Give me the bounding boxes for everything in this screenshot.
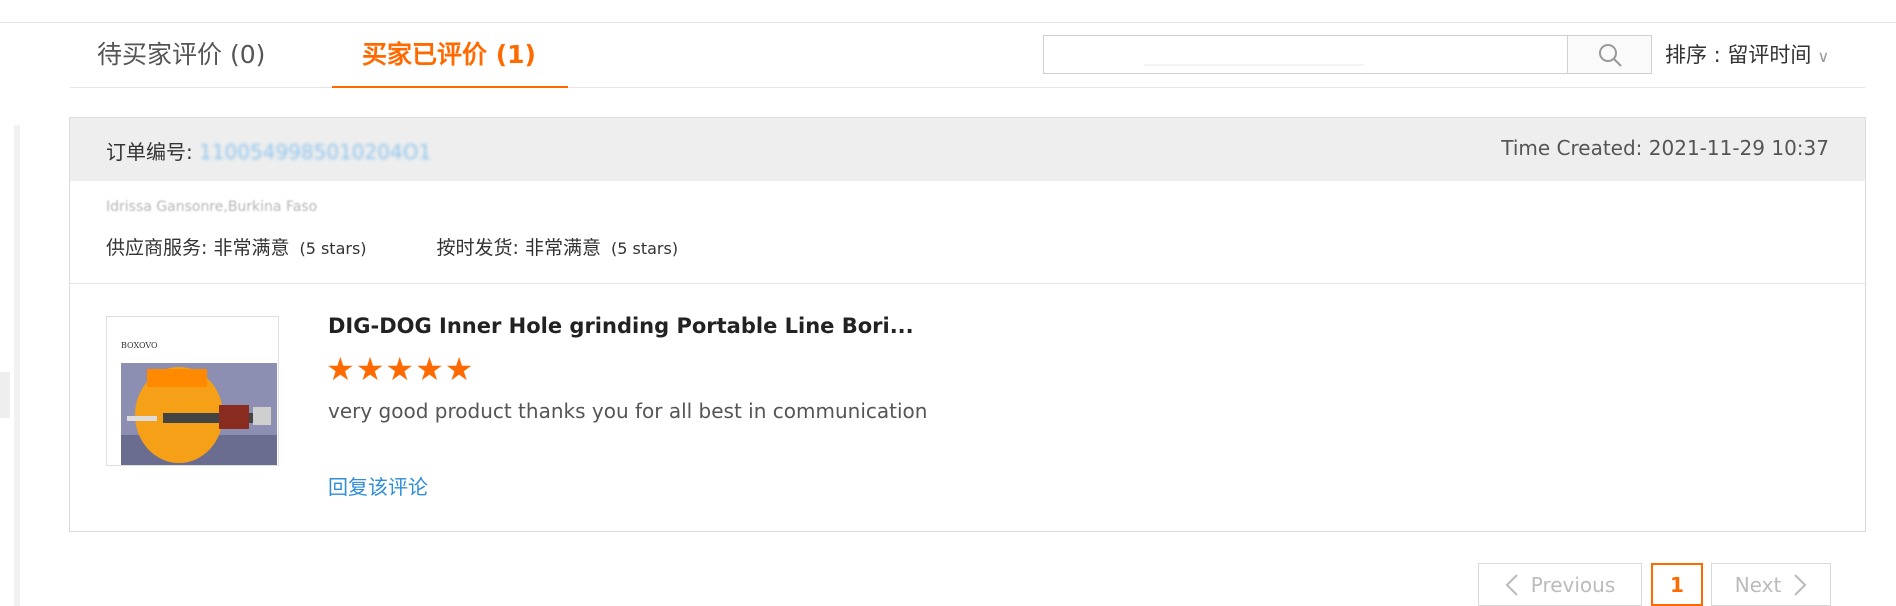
search-input[interactable]	[1044, 36, 1565, 73]
active-tab-underline	[332, 86, 568, 88]
search-icon	[1598, 43, 1622, 67]
star-rating: ★★★★★	[326, 350, 475, 388]
review-text: very good product thanks you for all bes…	[328, 399, 928, 423]
next-page-button[interactable]: Next	[1711, 563, 1831, 606]
previous-page-button[interactable]: Previous	[1478, 563, 1642, 606]
chevron-down-icon: ∨	[1817, 47, 1830, 66]
top-divider	[0, 22, 1896, 23]
page-number-current[interactable]: 1	[1651, 563, 1703, 606]
order-number-label: 订单编号:	[106, 140, 193, 164]
order-number-link[interactable]: 1100549985010204O1	[199, 140, 431, 164]
search-box	[1043, 35, 1568, 74]
supplier-service-stars: (5 stars)	[299, 239, 367, 258]
sort-label: 排序 : 留评时间	[1665, 43, 1812, 67]
order-header: 订单编号: 1100549985010204O1 Time Created: 2…	[70, 118, 1865, 181]
order-review-card: 订单编号: 1100549985010204O1 Time Created: 2…	[69, 117, 1866, 532]
search-input-mark	[1144, 64, 1364, 66]
product-image-brand: BOXOVO	[121, 341, 158, 350]
supplier-service-rating: 供应商服务: 非常满意	[106, 237, 290, 259]
order-number-row: 订单编号: 1100549985010204O1	[106, 136, 431, 165]
time-created: Time Created: 2021-11-29 10:37	[1501, 136, 1829, 160]
left-scroll-rail[interactable]	[14, 125, 20, 606]
search-button[interactable]	[1568, 35, 1652, 74]
buyer-name: Idrissa Gansonre,Burkina Faso	[106, 199, 318, 215]
buyer-ratings-area: Idrissa Gansonre,Burkina Faso 供应商服务: 非常满…	[70, 181, 1865, 284]
tab-buyer-reviewed-label: 买家已评价 (1)	[362, 40, 536, 69]
tab-pending-reviews[interactable]: 待买家评价 (0)	[97, 27, 265, 87]
product-image[interactable]: BOXOVO	[106, 316, 279, 466]
sort-dropdown[interactable]: 排序 : 留评时间 ∨	[1665, 40, 1829, 72]
product-title[interactable]: DIG-DOG Inner Hole grinding Portable Lin…	[328, 314, 914, 338]
next-label: Next	[1734, 572, 1782, 597]
chevron-right-icon	[1794, 573, 1807, 596]
ontime-delivery-rating: 按时发货: 非常满意	[436, 237, 601, 259]
previous-label: Previous	[1530, 572, 1616, 597]
ontime-delivery-stars: (5 stars)	[610, 239, 679, 258]
left-rail-handle[interactable]	[0, 372, 10, 418]
product-thumbnail-graphic: BOXOVO	[121, 341, 277, 465]
chevron-left-icon	[1505, 573, 1518, 596]
tab-buyer-reviewed[interactable]: 买家已评价 (1)	[332, 27, 568, 88]
ratings-row: 供应商服务: 非常满意 (5 stars) 按时发货: 非常满意 (5 stars)	[106, 233, 678, 260]
reply-review-link[interactable]: 回复该评论	[328, 471, 428, 500]
